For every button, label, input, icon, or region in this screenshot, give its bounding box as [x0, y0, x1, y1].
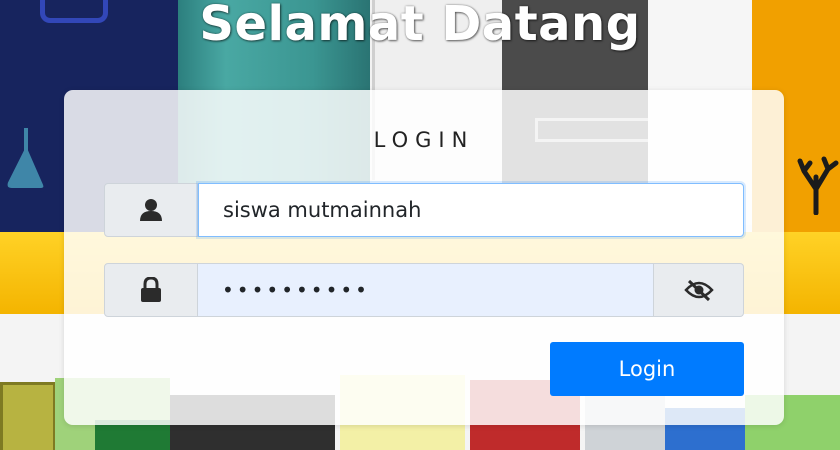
eye-slash-icon[interactable]: [654, 263, 744, 317]
password-group: [104, 263, 744, 317]
bg-book-olive: [0, 382, 56, 450]
username-group: [104, 183, 744, 237]
login-card: LOGIN Login: [64, 90, 784, 425]
login-heading: LOGIN: [373, 128, 475, 152]
password-input[interactable]: [198, 263, 654, 317]
flask-icon: [0, 120, 70, 200]
lock-icon: [104, 263, 198, 317]
tree-icon: [794, 155, 840, 216]
page-title: Selamat Datang: [199, 0, 641, 52]
user-icon: [104, 183, 198, 237]
username-input[interactable]: [198, 183, 744, 237]
login-button[interactable]: Login: [550, 342, 744, 396]
